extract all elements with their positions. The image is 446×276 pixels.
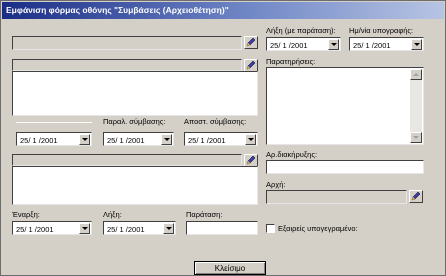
scroll-up-icon[interactable]	[410, 69, 422, 80]
memo2-header-field[interactable]	[12, 154, 242, 166]
protocol-no-label: Αρ.διακήρυξης:	[266, 150, 318, 159]
protocol-no-input[interactable]	[266, 160, 424, 174]
start-date[interactable]: 25/ 1 /2001	[12, 221, 92, 235]
contract-date-value: 25/ 1 /2001	[20, 136, 58, 145]
chevron-down-icon[interactable]	[161, 134, 172, 145]
chevron-down-icon[interactable]	[328, 39, 339, 50]
receipt-date-value: 25/ 1 /2001	[107, 136, 145, 145]
send-date[interactable]: 25/ 1 /2001	[184, 132, 258, 146]
authority-field[interactable]	[266, 190, 407, 204]
receipt-date-label: Παραλ. σύμβασης:	[103, 117, 166, 126]
end-date-value: 25/ 1 /2001	[107, 225, 145, 234]
window-title: Εμφάνιση φόρμας οθόνης "Συμβάσεις (Αρχει…	[2, 2, 444, 19]
receipt-date[interactable]: 25/ 1 /2001	[103, 132, 174, 146]
send-date-label: Αποστ. σύμβασης:	[184, 117, 247, 126]
end-by-extension-value: 25/ 1 /2001	[270, 41, 308, 50]
chevron-down-icon[interactable]	[163, 223, 174, 234]
extension-label: Παράταση:	[186, 210, 223, 219]
notes-text-area[interactable]	[266, 67, 424, 145]
exemption-checkbox[interactable]	[266, 224, 275, 233]
send-date-value: 25/ 1 /2001	[188, 136, 226, 145]
contract-date[interactable]: 25/ 1 /2001	[16, 132, 92, 146]
authority-edit-button[interactable]	[409, 190, 423, 203]
contract-date-group-line	[16, 122, 92, 123]
memo-text-area[interactable]	[12, 71, 258, 116]
end-by-extension-date[interactable]: 25/ 1 /2001	[266, 37, 341, 51]
pencil-edit-icon	[246, 61, 256, 70]
contract-lookup-field[interactable]	[12, 36, 242, 50]
contract-lookup-edit-button[interactable]	[244, 36, 258, 49]
pencil-edit-icon	[411, 192, 421, 201]
form-window: Εμφάνιση φόρμας οθόνης "Συμβάσεις (Αρχει…	[0, 0, 446, 276]
scroll-down-icon[interactable]	[410, 132, 422, 143]
chevron-down-icon[interactable]	[79, 134, 90, 145]
notes-label: Παρατηρήσεις:	[266, 57, 316, 66]
signing-date-value: 25/ 1 /2001	[353, 41, 391, 50]
chevron-down-icon[interactable]	[411, 39, 422, 50]
end-date[interactable]: 25/ 1 /2001	[103, 221, 176, 235]
pencil-edit-icon	[246, 38, 256, 47]
extension-input[interactable]	[186, 221, 258, 235]
memo2-text-area[interactable]	[12, 166, 258, 205]
end-by-extension-label: Λήξη (με παράταση):	[266, 26, 336, 35]
close-button[interactable]: Κλείσιμο	[194, 261, 266, 275]
authority-label: Αρχή:	[266, 180, 286, 189]
exemption-label: Εξαιρείς υπογεγραμένο:	[278, 224, 358, 233]
chevron-down-icon[interactable]	[79, 223, 90, 234]
notes-scrollbar[interactable]	[410, 69, 422, 143]
memo-header-field[interactable]	[12, 59, 242, 71]
start-label: Έναρξη:	[12, 210, 40, 219]
pencil-edit-icon	[246, 156, 256, 165]
end-label: Λήξη:	[103, 210, 122, 219]
start-date-value: 25/ 1 /2001	[16, 225, 54, 234]
chevron-down-icon[interactable]	[245, 134, 256, 145]
signing-date[interactable]: 25/ 1 /2001	[349, 37, 424, 51]
signing-date-label: Ημ/νία υπογραφής:	[349, 26, 414, 35]
